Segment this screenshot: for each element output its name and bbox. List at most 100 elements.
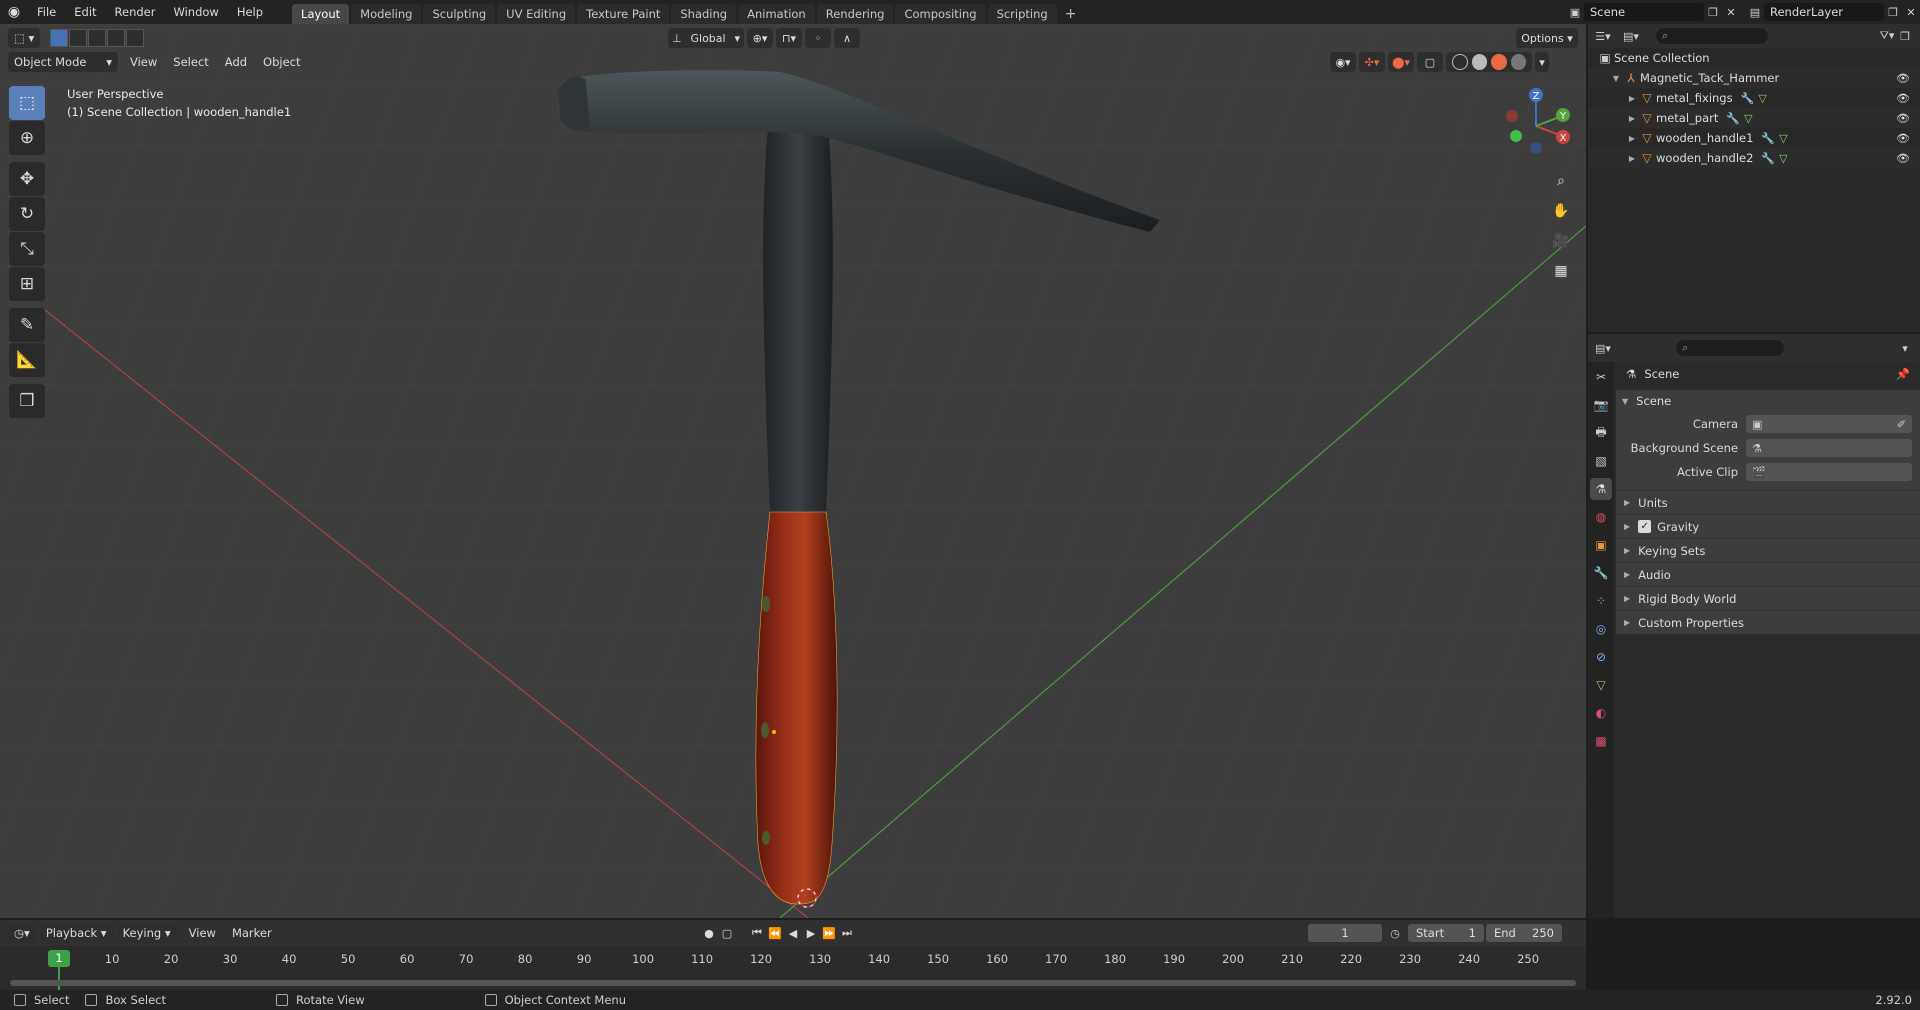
delete-view-layer-icon[interactable]: ✕ bbox=[1902, 3, 1920, 21]
world-tab-icon[interactable]: ◍ bbox=[1590, 506, 1612, 528]
filter-icon[interactable]: ⛛▾ bbox=[1878, 27, 1896, 45]
new-scene-icon[interactable]: ❐ bbox=[1704, 3, 1722, 21]
timeline-marker-menu[interactable]: Marker bbox=[224, 926, 280, 940]
viewport-menu-view[interactable]: View bbox=[122, 55, 165, 69]
transform-tool[interactable]: ⊞ bbox=[9, 267, 45, 301]
tab-layout[interactable]: Layout bbox=[292, 4, 350, 24]
gizmo-neg-y[interactable] bbox=[1510, 130, 1522, 142]
playback-menu[interactable]: Playback ▾ bbox=[39, 923, 113, 943]
scene-tab-icon[interactable]: ⚗ bbox=[1590, 478, 1612, 500]
outliner-editor-type-icon[interactable]: ☰▾ bbox=[1594, 27, 1612, 45]
timeline-editor-type-button[interactable]: ◷▾ bbox=[8, 923, 36, 943]
keying-menu[interactable]: Keying ▾ bbox=[116, 923, 177, 943]
camera-field[interactable]: ▣ ✐ bbox=[1746, 415, 1912, 433]
end-frame-field[interactable]: End 250 bbox=[1486, 924, 1562, 942]
select-mode-extend-icon[interactable] bbox=[69, 29, 88, 47]
new-view-layer-icon[interactable]: ❐ bbox=[1884, 3, 1902, 21]
jump-keyframe-back-icon[interactable]: ⏪ bbox=[766, 924, 784, 942]
snap-toggle[interactable]: ⊓▾ bbox=[776, 28, 802, 48]
timeline-ruler[interactable]: 1 10 20 30 40 50 60 70 80 90 100 110 120 130 140 150 16… bbox=[0, 946, 1586, 990]
material-tab-icon[interactable]: ◐ bbox=[1590, 702, 1612, 724]
render-tab-icon[interactable]: 📷 bbox=[1590, 394, 1612, 416]
overlays-toggle[interactable]: ⬤▾ bbox=[1388, 52, 1414, 72]
outliner-row-metal-part[interactable]: ▶ ▽ metal_part 🔧 ▽ 👁 bbox=[1588, 108, 1920, 128]
tab-compositing[interactable]: Compositing bbox=[895, 4, 986, 24]
expand-triangle-icon[interactable]: ▼ bbox=[1610, 74, 1622, 83]
annotate-tool[interactable]: ✎ bbox=[9, 308, 45, 342]
select-mode-invert-icon[interactable] bbox=[107, 29, 126, 47]
tab-texture-paint[interactable]: Texture Paint bbox=[577, 4, 670, 24]
jump-keyframe-forward-icon[interactable]: ⏩ bbox=[820, 924, 838, 942]
texture-tab-icon[interactable]: ▩ bbox=[1590, 730, 1612, 752]
rigid-body-world-panel[interactable]: ▶ Rigid Body World bbox=[1616, 586, 1920, 610]
current-frame-field[interactable]: 1 bbox=[1308, 924, 1382, 942]
view-layer-tab-icon[interactable]: ▧ bbox=[1590, 450, 1612, 472]
shading-options-button[interactable]: ▾ bbox=[1535, 52, 1549, 72]
particles-tab-icon[interactable]: ⁘ bbox=[1590, 590, 1612, 612]
play-icon[interactable]: ▶ bbox=[802, 924, 820, 942]
visibility-button[interactable]: ◉▾ bbox=[1330, 52, 1356, 72]
display-mode-icon[interactable]: ▤▾ bbox=[1622, 27, 1640, 45]
cursor-tool[interactable]: ⊕ bbox=[9, 121, 45, 155]
tab-shading[interactable]: Shading bbox=[671, 4, 737, 24]
gizmo-toggle[interactable]: ✣▾ bbox=[1359, 52, 1385, 72]
visibility-eye-icon[interactable]: 👁 bbox=[1896, 92, 1910, 105]
scene-icon[interactable]: ▣ bbox=[1566, 3, 1584, 21]
tab-animation[interactable]: Animation bbox=[738, 4, 815, 24]
timeline-view-menu[interactable]: View bbox=[181, 926, 224, 940]
options-button[interactable]: Options ▾ bbox=[1516, 28, 1581, 48]
scene-field[interactable]: Scene bbox=[1584, 3, 1704, 21]
menu-edit[interactable]: Edit bbox=[65, 0, 105, 24]
scale-tool[interactable]: ⤡ bbox=[9, 232, 45, 266]
viewport-menu-select[interactable]: Select bbox=[165, 55, 216, 69]
transform-orientation-dropdown[interactable]: ⊥ Global ▾ bbox=[668, 28, 744, 48]
timeline-scrollbar[interactable] bbox=[10, 980, 1576, 986]
auto-key-options-icon[interactable]: ▢ bbox=[718, 924, 736, 942]
visibility-eye-icon[interactable]: 👁 bbox=[1896, 132, 1910, 145]
editor-type-button[interactable]: ⬚ ▾ bbox=[8, 28, 41, 48]
tab-scripting[interactable]: Scripting bbox=[987, 4, 1057, 24]
measure-tool[interactable]: 📐 bbox=[9, 343, 45, 377]
add-cube-tool[interactable]: ❒ bbox=[9, 384, 45, 418]
start-frame-field[interactable]: Start 1 bbox=[1408, 924, 1484, 942]
select-box-tool[interactable]: ⬚ bbox=[9, 86, 45, 120]
background-scene-field[interactable]: ⚗ bbox=[1746, 439, 1912, 457]
viewport-menu-add[interactable]: Add bbox=[217, 55, 255, 69]
camera-view-icon[interactable]: 🎥 bbox=[1548, 228, 1574, 254]
select-mode-subtract-icon[interactable] bbox=[88, 29, 107, 47]
new-collection-icon[interactable]: ❐ bbox=[1896, 27, 1914, 45]
delete-scene-icon[interactable]: ✕ bbox=[1722, 3, 1740, 21]
eyedropper-icon[interactable]: ✐ bbox=[1897, 418, 1906, 431]
outliner-search-input[interactable]: ⌕ bbox=[1656, 28, 1768, 44]
navigation-gizmo[interactable]: Z X Y bbox=[1496, 86, 1576, 166]
xray-toggle[interactable]: ▢ bbox=[1417, 52, 1443, 72]
custom-properties-panel[interactable]: ▶ Custom Properties bbox=[1616, 610, 1920, 634]
gravity-panel[interactable]: ▶ ✓ Gravity bbox=[1616, 514, 1920, 538]
output-tab-icon[interactable]: 🖶 bbox=[1590, 422, 1612, 444]
ortho-grid-icon[interactable]: ▦ bbox=[1548, 258, 1574, 284]
view-layer-icon[interactable]: ▤ bbox=[1746, 3, 1764, 21]
tab-sculpting[interactable]: Sculpting bbox=[423, 4, 496, 24]
mesh-data-tab-icon[interactable]: ▽ bbox=[1590, 674, 1612, 696]
outliner-row-wooden-handle2[interactable]: ▶ ▽ wooden_handle2 🔧 ▽ 👁 bbox=[1588, 148, 1920, 168]
object-mode-dropdown[interactable]: Object Mode ▾ bbox=[8, 52, 118, 72]
pan-hand-icon[interactable]: ✋ bbox=[1548, 198, 1574, 224]
menu-help[interactable]: Help bbox=[228, 0, 272, 24]
physics-tab-icon[interactable]: ◎ bbox=[1590, 618, 1612, 640]
outliner-row-scene-collection[interactable]: ▣ Scene Collection bbox=[1588, 48, 1920, 68]
active-clip-field[interactable]: 🎬 bbox=[1746, 463, 1912, 481]
scene-panel-header[interactable]: ▼ Scene bbox=[1616, 390, 1920, 412]
outliner-row-collection[interactable]: ▼ ⅄ Magnetic_Tack_Hammer 👁 bbox=[1588, 68, 1920, 88]
visibility-eye-icon[interactable]: 👁 bbox=[1896, 72, 1910, 85]
playhead-frame[interactable]: 1 bbox=[48, 950, 70, 967]
select-mode-intersect-icon[interactable] bbox=[126, 29, 145, 47]
view-layer-field[interactable]: RenderLayer bbox=[1764, 3, 1884, 21]
viewport-menu-object[interactable]: Object bbox=[255, 55, 308, 69]
keying-sets-panel[interactable]: ▶ Keying Sets bbox=[1616, 538, 1920, 562]
blender-logo-icon[interactable]: ◉ bbox=[0, 0, 28, 24]
jump-start-icon[interactable]: ⏮ bbox=[748, 924, 766, 942]
object-tab-icon[interactable]: ▣ bbox=[1590, 534, 1612, 556]
audio-panel[interactable]: ▶ Audio bbox=[1616, 562, 1920, 586]
tab-rendering[interactable]: Rendering bbox=[816, 4, 894, 24]
menu-render[interactable]: Render bbox=[106, 0, 165, 24]
